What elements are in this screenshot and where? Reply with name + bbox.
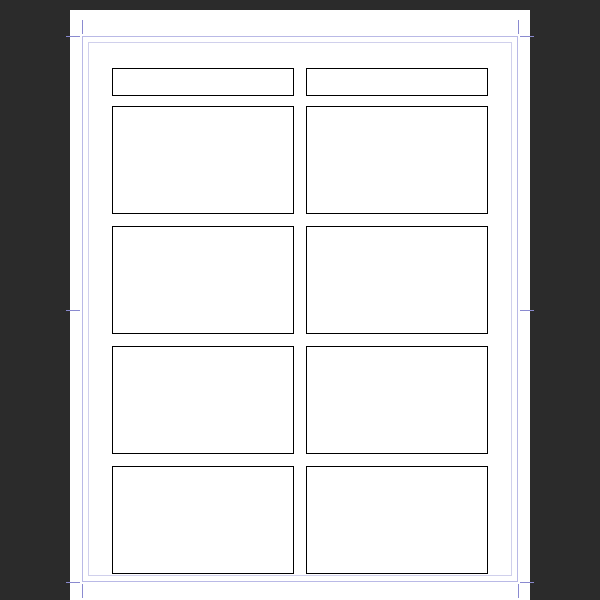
crop-mark [520, 36, 534, 37]
crop-mark [66, 36, 80, 37]
card-cell[interactable] [112, 346, 294, 454]
crop-mark [66, 310, 80, 311]
card-cell[interactable] [112, 466, 294, 574]
card-row [112, 226, 488, 334]
card-row [112, 466, 488, 574]
header-row [112, 68, 488, 96]
card-cell[interactable] [306, 106, 488, 214]
card-cell[interactable] [306, 226, 488, 334]
header-cell[interactable] [306, 68, 488, 96]
header-cell[interactable] [112, 68, 294, 96]
card-cell[interactable] [306, 346, 488, 454]
crop-mark [520, 310, 534, 311]
card-row [112, 346, 488, 454]
card-cell[interactable] [112, 106, 294, 214]
crop-mark [520, 582, 534, 583]
crop-mark [82, 20, 83, 34]
template-grid [112, 68, 488, 586]
card-cell[interactable] [306, 466, 488, 574]
card-row [112, 106, 488, 214]
crop-mark [82, 584, 83, 598]
crop-mark [518, 584, 519, 598]
card-cell[interactable] [112, 226, 294, 334]
crop-mark [66, 582, 80, 583]
page-canvas[interactable] [70, 10, 530, 600]
crop-mark [518, 20, 519, 34]
